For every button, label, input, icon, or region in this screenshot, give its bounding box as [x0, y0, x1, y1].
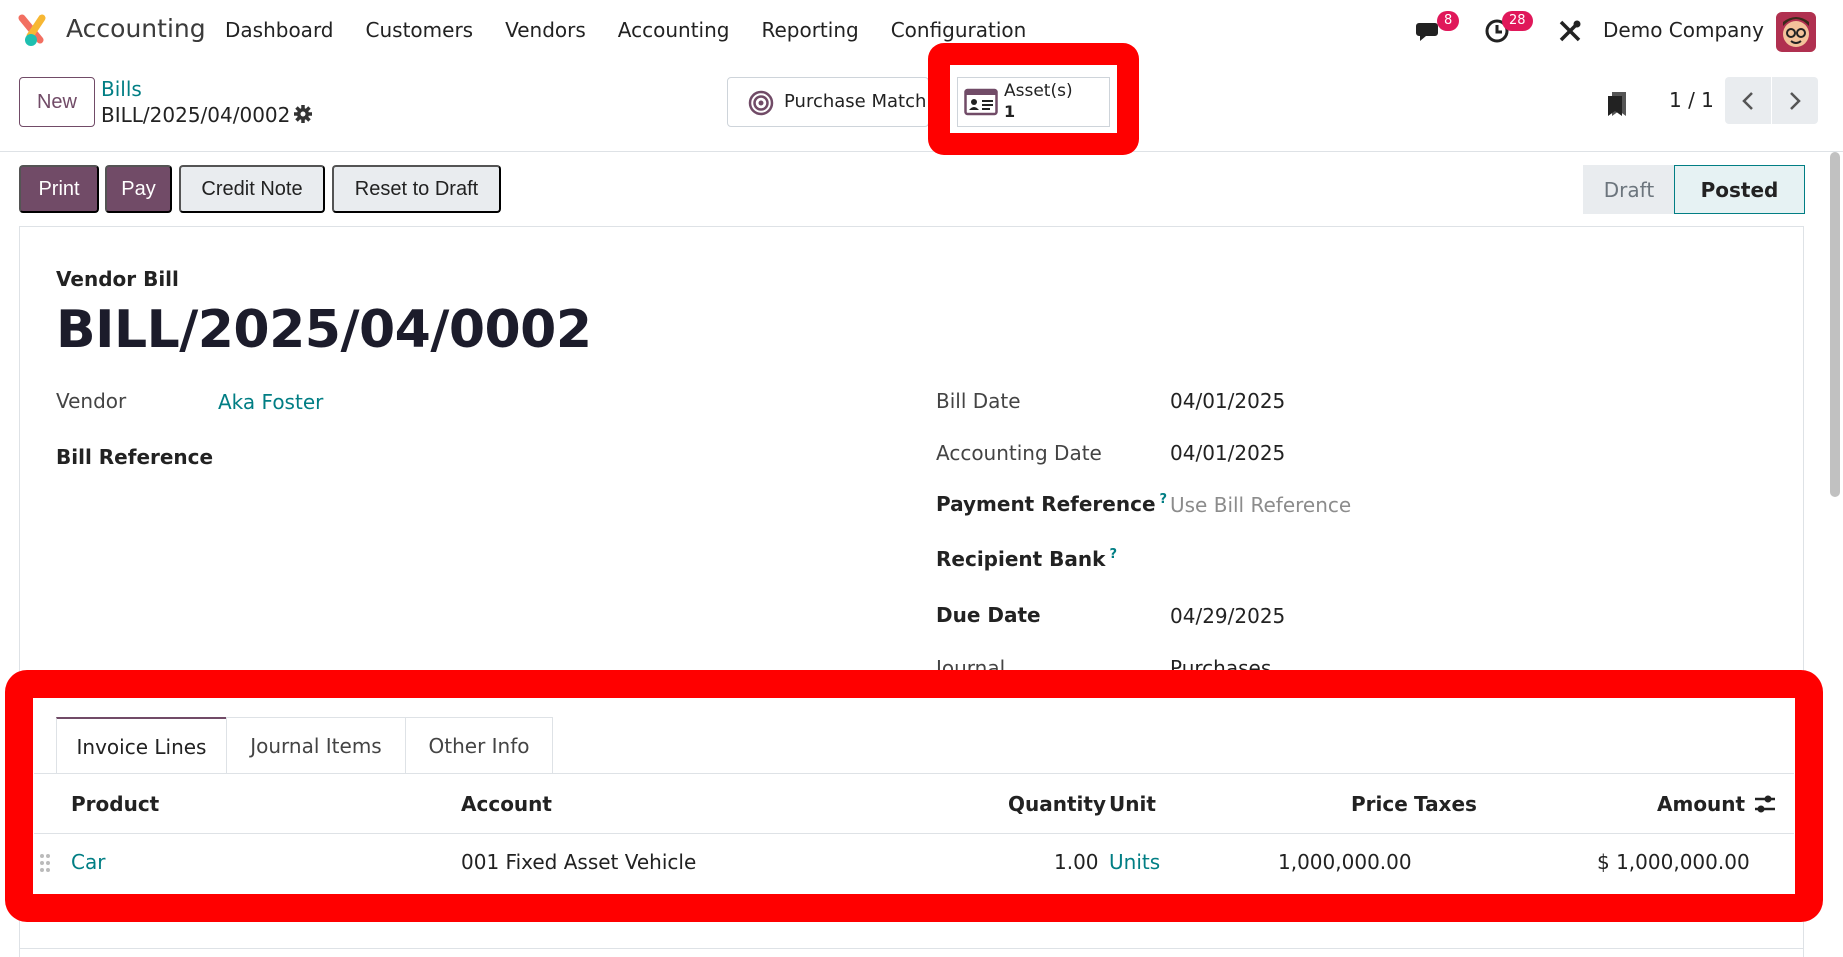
- recipient-bank-help[interactable]: ?: [1109, 547, 1117, 562]
- gear-icon[interactable]: [293, 104, 313, 124]
- highlight-box-assets: [928, 43, 1139, 155]
- menu-vendors[interactable]: Vendors: [505, 18, 586, 42]
- menu-dashboard[interactable]: Dashboard: [225, 18, 334, 42]
- menu-reporting[interactable]: Reporting: [761, 18, 858, 42]
- new-button[interactable]: New: [19, 77, 95, 127]
- vendor-field[interactable]: Aka Foster: [218, 390, 323, 414]
- bill-date-field[interactable]: 04/01/2025: [1170, 389, 1285, 413]
- credit-note-button[interactable]: Credit Note: [179, 165, 325, 213]
- breadcrumb-bills[interactable]: Bills: [101, 77, 142, 101]
- menu-configuration[interactable]: Configuration: [891, 18, 1027, 42]
- activities-badge: 28: [1502, 11, 1533, 31]
- due-date-field[interactable]: 04/29/2025: [1170, 604, 1285, 628]
- bill-reference-label: Bill Reference: [56, 445, 214, 469]
- app-name[interactable]: Accounting: [66, 14, 206, 43]
- payment-reference-field[interactable]: Use Bill Reference: [1170, 493, 1351, 517]
- user-avatar[interactable]: [1776, 12, 1816, 52]
- company-switcher[interactable]: Demo Company: [1603, 18, 1764, 42]
- top-navbar: Accounting Dashboard Customers Vendors A…: [0, 0, 1843, 60]
- pager-value[interactable]: 1 / 1: [1669, 88, 1714, 112]
- pager-next-button[interactable]: [1772, 77, 1818, 124]
- bill-date-label: Bill Date: [936, 389, 1021, 413]
- recipient-bank-label: Recipient Bank?: [936, 547, 1117, 571]
- purchase-matching-smart-button[interactable]: Purchase Matching: [727, 77, 929, 127]
- control-panel: New Bills BILL/2025/04/0002 Purchase Mat…: [0, 60, 1843, 152]
- messages-badge: 8: [1437, 11, 1460, 31]
- payment-reference-help[interactable]: ?: [1160, 492, 1168, 507]
- breadcrumb-current: BILL/2025/04/0002: [101, 103, 291, 127]
- print-button[interactable]: Print: [19, 165, 99, 213]
- section-divider: [19, 948, 1804, 949]
- bookmark-icon[interactable]: [1606, 90, 1628, 118]
- chevron-left-icon: [1742, 91, 1753, 110]
- page-scrollbar[interactable]: [1830, 152, 1840, 497]
- tools-icon[interactable]: [1558, 19, 1582, 43]
- purchase-matching-label: Purchase Matching: [784, 91, 928, 112]
- app-logo-icon[interactable]: [18, 14, 52, 48]
- main-menu: Dashboard Customers Vendors Accounting R…: [225, 18, 1058, 42]
- vendor-label: Vendor: [56, 389, 127, 413]
- page-title: BILL/2025/04/0002: [56, 300, 592, 360]
- document-type: Vendor Bill: [56, 267, 179, 291]
- chevron-right-icon: [1790, 91, 1801, 110]
- recipient-bank-text: Recipient Bank: [936, 547, 1106, 571]
- status-posted: Posted: [1674, 165, 1805, 214]
- pay-button[interactable]: Pay: [105, 165, 172, 213]
- target-icon: [748, 90, 774, 116]
- due-date-label: Due Date: [936, 603, 1041, 627]
- highlight-box-invoice-lines: [5, 670, 1823, 922]
- menu-accounting[interactable]: Accounting: [618, 18, 730, 42]
- status-draft[interactable]: Draft: [1583, 165, 1675, 214]
- reset-to-draft-button[interactable]: Reset to Draft: [332, 165, 501, 213]
- payment-reference-text: Payment Reference: [936, 492, 1156, 516]
- pager-previous-button[interactable]: [1725, 77, 1771, 124]
- accounting-date-label: Accounting Date: [936, 441, 1102, 465]
- accounting-date-field[interactable]: 04/01/2025: [1170, 441, 1285, 465]
- menu-customers[interactable]: Customers: [366, 18, 474, 42]
- payment-reference-label: Payment Reference?: [936, 492, 1167, 516]
